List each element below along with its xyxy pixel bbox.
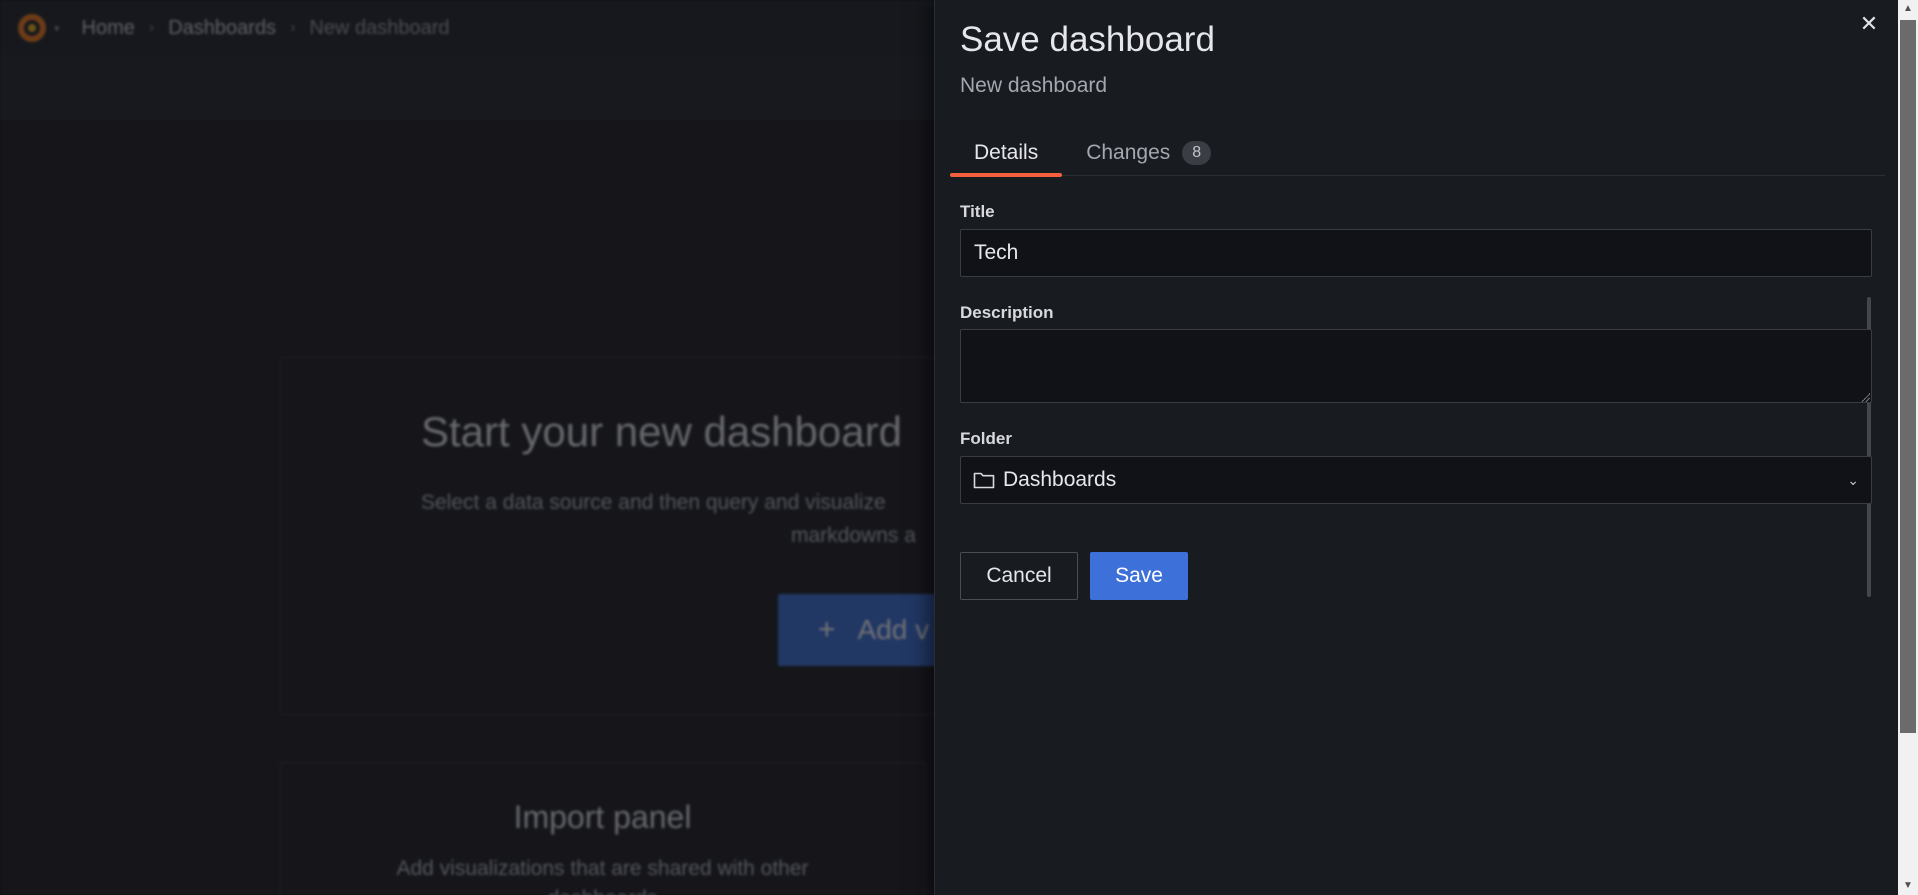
description-label: Description	[960, 303, 1054, 322]
tab-changes-label: Changes	[1086, 141, 1171, 164]
close-icon[interactable]: ✕	[1855, 10, 1883, 38]
tab-details[interactable]: Details	[950, 130, 1063, 177]
folder-select[interactable]: Dashboards ⌄	[960, 456, 1872, 504]
save-dashboard-drawer: ✕ Save dashboard New dashboard Details C…	[934, 0, 1898, 895]
title-input[interactable]	[960, 229, 1872, 277]
changes-count-badge: 8	[1182, 141, 1212, 165]
textarea-resize-handle[interactable]	[1860, 392, 1870, 402]
title-label: Title	[960, 202, 995, 221]
folder-icon	[973, 471, 995, 489]
scroll-up-arrow-icon[interactable]: ▲	[1898, 0, 1918, 18]
description-textarea[interactable]	[960, 329, 1872, 403]
tab-changes[interactable]: Changes 8	[1062, 130, 1235, 176]
drawer-tabs: Details Changes 8	[950, 130, 1885, 177]
scroll-down-arrow-icon[interactable]: ▼	[1898, 877, 1918, 895]
drawer-title: Save dashboard	[960, 20, 1215, 59]
save-button[interactable]: Save	[1090, 552, 1188, 600]
drawer-subtitle: New dashboard	[960, 74, 1108, 97]
tab-details-label: Details	[974, 141, 1039, 164]
page-scrollbar[interactable]: ▲ ▼	[1898, 0, 1918, 895]
folder-label: Folder	[960, 429, 1012, 448]
chevron-down-icon: ⌄	[1847, 471, 1859, 488]
scrollbar-thumb[interactable]	[1900, 20, 1916, 733]
cancel-button[interactable]: Cancel	[960, 552, 1078, 600]
folder-select-value: Dashboards	[1003, 468, 1117, 491]
